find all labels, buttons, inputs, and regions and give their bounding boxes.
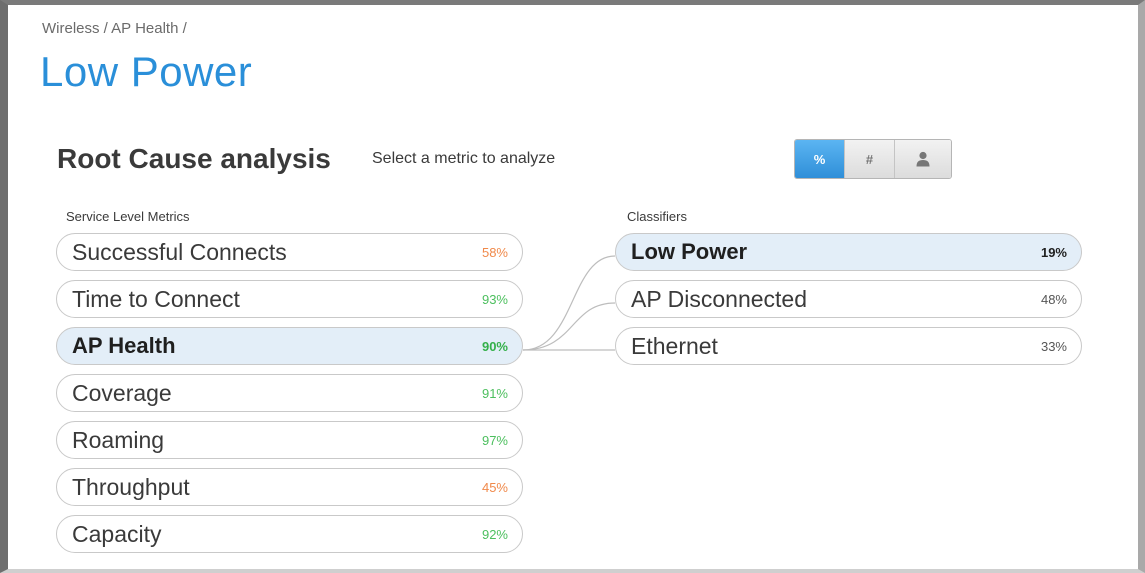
metric-value: 45% xyxy=(481,479,508,495)
metric-roaming[interactable]: Roaming 97% xyxy=(56,421,523,459)
metric-label: Capacity xyxy=(72,520,162,547)
user-icon xyxy=(916,151,930,167)
classifier-ethernet[interactable]: Ethernet 33% xyxy=(615,327,1082,365)
hash-icon: # xyxy=(865,151,874,167)
classifier-ap-disconnected[interactable]: AP Disconnected 48% xyxy=(615,280,1082,318)
classifiers-list: Low Power 19% AP Disconnected 48% Ethern… xyxy=(615,233,1082,374)
users-toggle-button[interactable] xyxy=(895,140,951,178)
classifiers-header: Classifiers xyxy=(627,209,687,224)
metric-label: AP Health xyxy=(72,333,176,358)
classifier-value: 48% xyxy=(1040,291,1067,307)
classifier-value: 33% xyxy=(1040,338,1067,354)
metric-ap-health[interactable]: AP Health 90% xyxy=(56,327,523,365)
metric-value: 93% xyxy=(481,291,508,307)
metric-label: Roaming xyxy=(72,426,165,453)
metric-value: 92% xyxy=(481,526,508,542)
metric-throughput[interactable]: Throughput 45% xyxy=(56,468,523,506)
classifier-low-power[interactable]: Low Power 19% xyxy=(615,233,1082,271)
metrics-header: Service Level Metrics xyxy=(66,209,190,224)
metric-label: Time to Connect xyxy=(72,285,240,312)
section-title: Root Cause analysis xyxy=(57,143,331,174)
metric-label: Coverage xyxy=(72,379,172,406)
page-title: Low Power xyxy=(40,48,253,95)
metric-value: 91% xyxy=(481,385,508,401)
metric-coverage[interactable]: Coverage 91% xyxy=(56,374,523,412)
metric-successful-connects[interactable]: Successful Connects 58% xyxy=(56,233,523,271)
metric-value: 58% xyxy=(481,244,508,260)
metric-label: Successful Connects xyxy=(72,238,287,265)
percent-icon: % xyxy=(813,151,826,167)
breadcrumb[interactable]: Wireless / AP Health / xyxy=(42,20,187,37)
classifier-value: 19% xyxy=(1040,244,1067,260)
metric-value: 90% xyxy=(481,338,508,354)
metric-label: Throughput xyxy=(72,473,190,500)
view-toggle-group: % # xyxy=(794,139,952,179)
section-subtitle: Select a metric to analyze xyxy=(372,150,556,167)
percent-toggle-button[interactable]: % xyxy=(795,140,845,178)
metric-value: 97% xyxy=(481,432,508,448)
metric-capacity[interactable]: Capacity 92% xyxy=(56,515,523,553)
classifier-label: Ethernet xyxy=(631,332,718,359)
metric-time-to-connect[interactable]: Time to Connect 93% xyxy=(56,280,523,318)
classifier-label: Low Power xyxy=(631,239,748,264)
count-toggle-button[interactable]: # xyxy=(845,140,895,178)
service-level-metrics-list: Successful Connects 58% Time to Connect … xyxy=(56,233,523,562)
classifier-label: AP Disconnected xyxy=(631,285,808,312)
